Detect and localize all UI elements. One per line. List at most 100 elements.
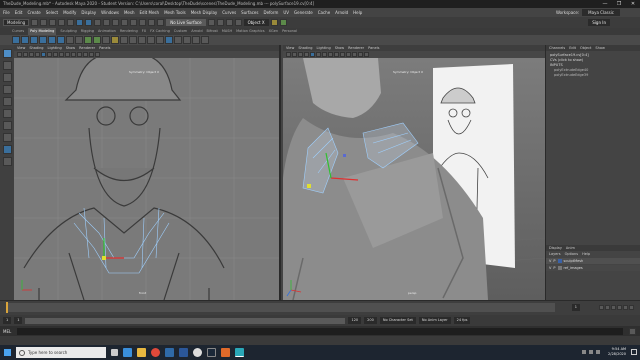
separate-icon[interactable] <box>93 36 101 44</box>
camera-icon[interactable] <box>17 52 22 57</box>
workspace-dropdown[interactable]: Maya Classic <box>582 9 620 16</box>
scene-start-field[interactable]: 1 <box>3 317 12 324</box>
layer-row-sculptmesh[interactable]: V P sculptMesh <box>546 258 640 264</box>
extrude-icon[interactable] <box>129 36 137 44</box>
shelf-tab-motion-graphics[interactable]: Motion Graphics <box>236 28 264 35</box>
face-mask-icon[interactable] <box>121 19 129 26</box>
shelf-tab-arnold[interactable]: Arnold <box>191 28 202 35</box>
quad-draw-icon[interactable] <box>183 36 191 44</box>
resolution-gate-icon[interactable] <box>53 52 58 57</box>
image-plane-icon[interactable] <box>304 52 309 57</box>
scale-tool-icon[interactable] <box>2 109 12 118</box>
poly-sphere-icon[interactable] <box>12 36 20 44</box>
layer-visibility-toggle[interactable]: V <box>549 266 551 270</box>
select-object-icon[interactable] <box>85 19 93 26</box>
unreal-icon[interactable] <box>193 348 202 357</box>
step-back-icon[interactable] <box>605 305 610 310</box>
shelf-tab-curves[interactable]: Curves <box>12 28 24 35</box>
step-forward-icon[interactable] <box>623 305 628 310</box>
command-input[interactable] <box>17 327 623 335</box>
resolution-gate-icon[interactable] <box>322 52 327 57</box>
cb-menu-channels[interactable]: Channels <box>549 45 565 51</box>
snap-grid-icon[interactable] <box>130 19 138 26</box>
multi-cut-icon[interactable] <box>165 36 173 44</box>
poly-cube-icon[interactable] <box>21 36 29 44</box>
textured-icon[interactable] <box>340 52 345 57</box>
shelf-tab-fx-caching[interactable]: FX Caching <box>150 28 170 35</box>
two-view-layout-icon[interactable] <box>2 145 12 154</box>
render-view-icon[interactable] <box>207 19 215 26</box>
shelf-tab-fx[interactable]: FX <box>142 28 146 35</box>
command-language-toggle[interactable]: MEL <box>3 329 11 334</box>
lasso-tool-icon[interactable] <box>2 61 12 70</box>
target-weld-icon[interactable] <box>192 36 200 44</box>
maximize-button[interactable]: ❐ <box>612 0 626 8</box>
menu-select[interactable]: Select <box>46 8 58 17</box>
layer-playback-toggle[interactable]: P <box>553 266 555 270</box>
current-time-marker[interactable] <box>6 302 8 313</box>
battery-icon[interactable] <box>596 350 600 354</box>
play-backward-icon[interactable] <box>611 305 616 310</box>
menu-generate[interactable]: Generate <box>294 8 313 17</box>
play-forward-icon[interactable] <box>617 305 622 310</box>
menu-uv[interactable]: UV <box>283 8 289 17</box>
shadows-icon[interactable] <box>352 52 357 57</box>
insert-edge-loop-icon[interactable] <box>174 36 182 44</box>
shelf-tab-animation[interactable]: Animation <box>98 28 116 35</box>
shelf-tab-sculpting[interactable]: Sculpting <box>60 28 76 35</box>
time-slider-track[interactable] <box>6 303 555 312</box>
cb-menu-show[interactable]: Show <box>595 45 604 51</box>
menu-windows[interactable]: Windows <box>101 8 119 17</box>
time-slider[interactable]: 1 <box>0 300 640 315</box>
volume-icon[interactable] <box>589 350 593 354</box>
shelf-tab-mash[interactable]: MASH <box>222 28 232 35</box>
snap-point-icon[interactable] <box>148 19 156 26</box>
live-surface-field[interactable]: No Live Surface <box>166 19 206 26</box>
bevel-icon[interactable] <box>147 36 155 44</box>
grid-icon[interactable] <box>310 52 315 57</box>
xray-icon[interactable] <box>89 52 94 57</box>
file-explorer-icon[interactable] <box>137 348 146 357</box>
lights-icon[interactable] <box>346 52 351 57</box>
outliner-layout-icon[interactable] <box>2 157 12 166</box>
four-view-layout-icon[interactable] <box>2 133 12 142</box>
close-button[interactable]: ✕ <box>626 0 640 8</box>
chrome-icon[interactable] <box>151 348 160 357</box>
character-set-dropdown[interactable]: No Character Set <box>379 317 416 324</box>
windows-start-icon[interactable] <box>4 349 11 356</box>
wireframe-icon[interactable] <box>328 52 333 57</box>
poly-plane-icon[interactable] <box>57 36 65 44</box>
menu-edit-mesh[interactable]: Edit Mesh <box>140 8 160 17</box>
cb-menu-object[interactable]: Object <box>580 45 591 51</box>
select-hierarchy-icon[interactable] <box>76 19 84 26</box>
layer-color-swatch[interactable] <box>557 266 562 270</box>
xray-icon[interactable] <box>358 52 363 57</box>
symmetry-dropdown[interactable]: Object X <box>243 19 269 26</box>
open-scene-icon[interactable] <box>40 19 48 26</box>
anim-layer-dropdown[interactable]: No Anim Layer <box>418 317 451 324</box>
uv-editor-icon[interactable] <box>201 36 209 44</box>
range-end-field[interactable]: 120 <box>348 317 362 324</box>
substance-icon[interactable] <box>221 348 230 357</box>
viewport-front[interactable]: View Shading Lighting Show Renderer Pane… <box>14 45 281 300</box>
ipr-render-icon[interactable] <box>225 19 233 26</box>
arnold-render-icon[interactable] <box>270 19 278 26</box>
menu-cache[interactable]: Cache <box>318 8 330 17</box>
combine-icon[interactable] <box>84 36 92 44</box>
network-icon[interactable] <box>582 350 586 354</box>
boolean-icon[interactable] <box>111 36 119 44</box>
snap-surface-icon[interactable] <box>157 19 165 26</box>
edge-mask-icon[interactable] <box>112 19 120 26</box>
snap-curve-icon[interactable] <box>139 19 147 26</box>
layer-playback-toggle[interactable]: P <box>553 259 555 263</box>
range-start-field[interactable]: 1 <box>14 317 23 324</box>
isolate-select-icon[interactable] <box>95 52 100 57</box>
lock-camera-icon[interactable] <box>23 52 28 57</box>
poly-cylinder-icon[interactable] <box>30 36 38 44</box>
rotate-tool-icon[interactable] <box>2 97 12 106</box>
shelf-tab-poly-modeling[interactable]: Poly Modeling <box>28 28 57 35</box>
menu-curves[interactable]: Curves <box>222 8 236 17</box>
image-plane-icon[interactable] <box>35 52 40 57</box>
bookmark-icon[interactable] <box>298 52 303 57</box>
render-settings-icon[interactable] <box>234 19 242 26</box>
